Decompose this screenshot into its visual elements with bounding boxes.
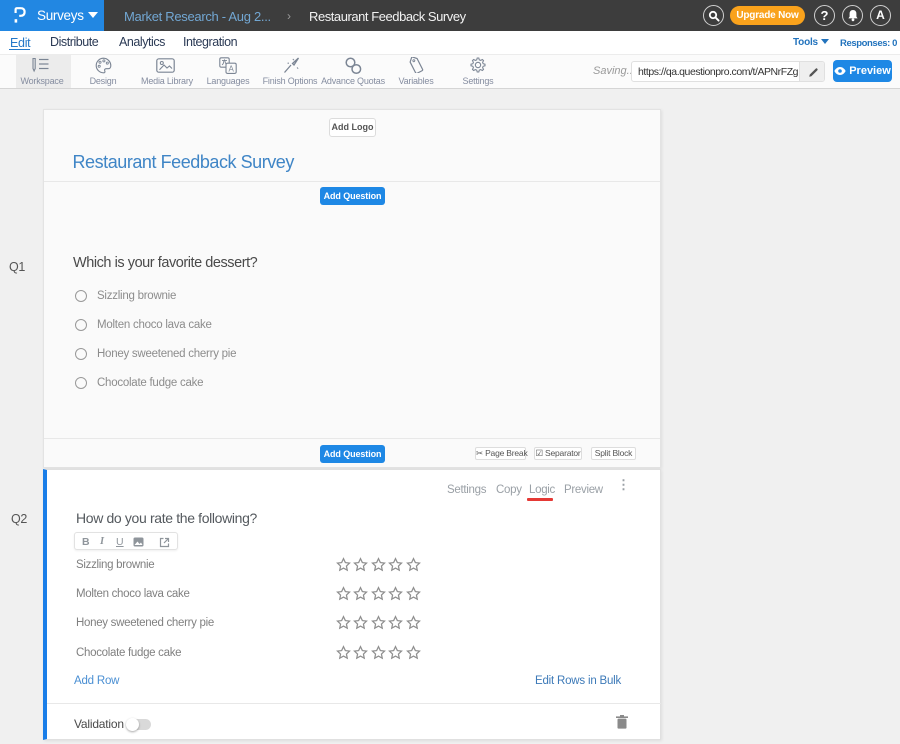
svg-text:A: A: [229, 64, 235, 73]
